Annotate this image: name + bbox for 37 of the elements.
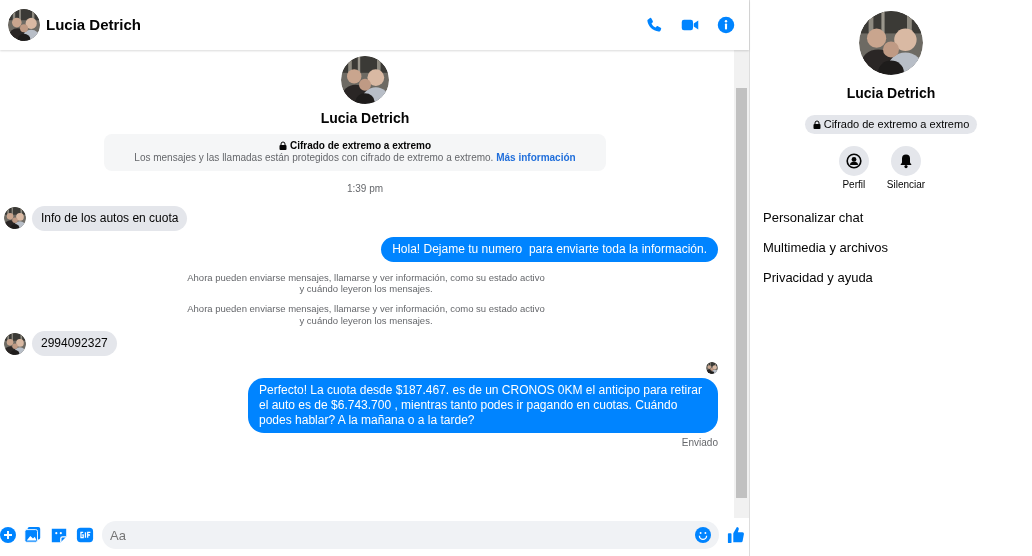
profile-button[interactable] bbox=[838, 146, 869, 177]
section-label[interactable]: Personalizar chat bbox=[763, 209, 864, 225]
bell-icon bbox=[898, 153, 914, 170]
action-label: Silenciar bbox=[886, 179, 926, 192]
video-camera-icon[interactable] bbox=[681, 17, 699, 33]
gif-icon[interactable] bbox=[76, 526, 94, 544]
person-icon bbox=[845, 153, 862, 170]
system-notice: Ahora pueden enviarse mensajes, llamarse y ver información, como su estado activo y cuándo leyeron los mensajes. bbox=[186, 303, 546, 327]
more-info-link[interactable]: Más información bbox=[496, 152, 576, 163]
encryption-badge-text: Cifrado de extremo a extremo bbox=[823, 117, 970, 130]
lock-icon bbox=[812, 120, 821, 130]
message-bubble: Perfecto! La cuota desde $187.467. es de un CRONOS 0KM el anticipo para retirar el auto es de $6.743.700 , mientras tanto podes ir pagando en cuotas. Cuándo podes hablar? A la mañana o a la tarde? bbox=[248, 378, 718, 433]
lock-icon bbox=[278, 141, 287, 151]
bell-button[interactable] bbox=[891, 146, 921, 177]
encryption-title: Cifrado de extremo a extremo bbox=[289, 139, 432, 151]
action-label: Perfil bbox=[842, 179, 866, 192]
contact-name: Lucia Detrich bbox=[46, 15, 142, 35]
message-bubble: 2994092327 bbox=[32, 331, 117, 356]
image-icon[interactable] bbox=[24, 526, 42, 544]
section-label[interactable]: Privacidad y ayuda bbox=[763, 270, 873, 286]
scrollbar[interactable] bbox=[734, 50, 749, 518]
message-bubble: Info de los autos en cuota bbox=[32, 205, 188, 231]
message-status: Enviado bbox=[681, 437, 718, 450]
timestamp: 1:39 pm bbox=[346, 182, 384, 194]
emoji-icon[interactable] bbox=[695, 527, 711, 543]
plus-icon[interactable] bbox=[0, 527, 16, 543]
sticker-icon[interactable] bbox=[50, 526, 68, 544]
encryption-text: Los mensajes y las llamadas están protegidos con cifrado de extremo a extremo. Más información bbox=[133, 152, 577, 165]
intro-name: Lucia Detrich bbox=[320, 110, 410, 128]
phone-icon[interactable] bbox=[645, 16, 663, 34]
message-bubble: Hola! Dejame tu numero para enviarte toda la información. bbox=[381, 236, 718, 262]
info-icon[interactable] bbox=[717, 16, 735, 34]
thumbs-up-icon[interactable] bbox=[727, 526, 745, 544]
section-label[interactable]: Multimedia y archivos bbox=[763, 240, 888, 255]
profile-name: Lucia Detrich bbox=[846, 85, 936, 103]
message-input[interactable]: Aa bbox=[102, 521, 719, 549]
system-notice: Ahora pueden enviarse mensajes, llamarse y ver información, como su estado activo y cuándo leyeron los mensajes. bbox=[186, 271, 546, 296]
